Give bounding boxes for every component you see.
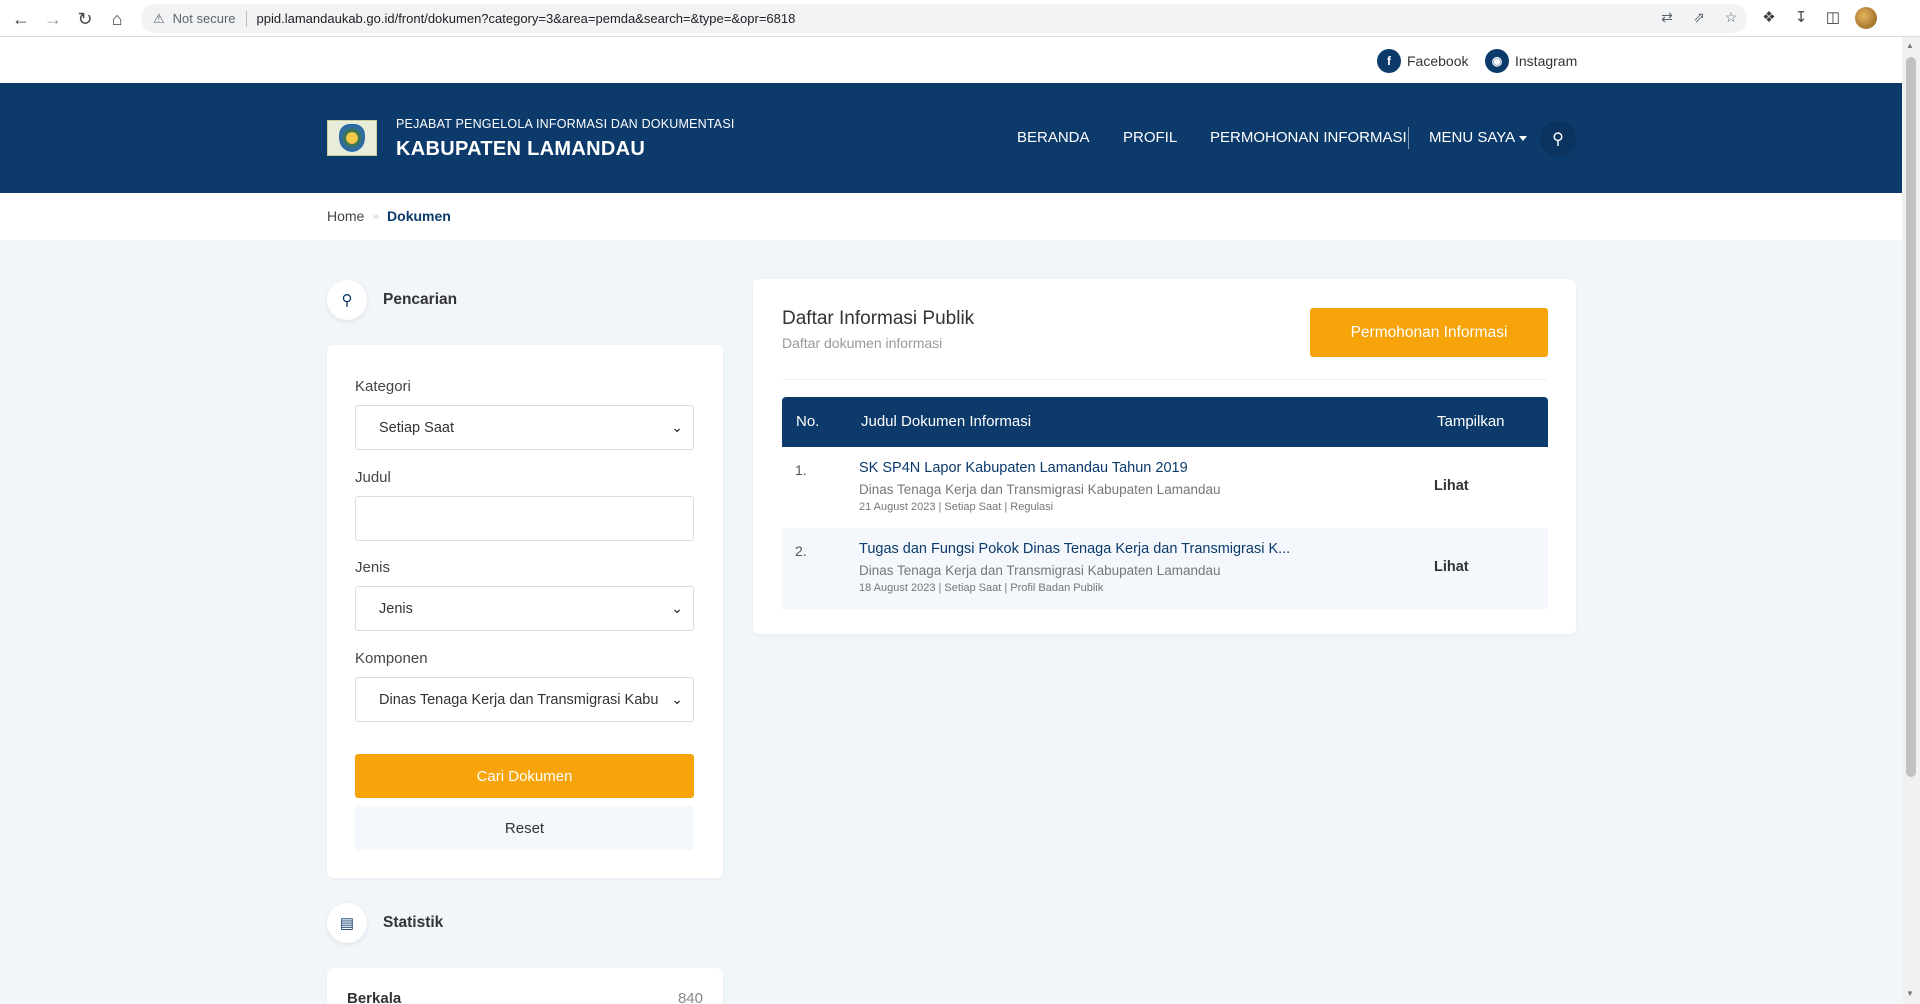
breadcrumb-current: Dokumen [387, 208, 451, 224]
coat-of-arms-icon [339, 124, 365, 152]
jenis-select[interactable]: Jenis ⌄ [355, 586, 694, 631]
statistik-card: Berkala 840 [327, 968, 723, 1004]
document-org: Dinas Tenaga Kerja dan Transmigrasi Kabu… [859, 482, 1221, 497]
statistik-section-title: Statistik [383, 914, 444, 931]
bar-chart-icon: ▤ [327, 903, 367, 943]
komponen-value: Dinas Tenaga Kerja dan Transmigrasi Kabu… [379, 691, 659, 708]
breadcrumb-separator-icon: » [372, 209, 380, 223]
cari-dokumen-button[interactable]: Cari Dokumen [355, 754, 694, 798]
scroll-up-icon[interactable]: ▲ [1906, 41, 1914, 50]
komponen-label: Komponen [355, 650, 428, 667]
jenis-label: Jenis [355, 559, 391, 576]
kategori-select[interactable]: Setiap Saat ⌄ [355, 405, 694, 450]
nav-divider [1408, 127, 1409, 149]
search-form-card: Kategori Setiap Saat ⌄ Judul Jenis Jenis… [327, 345, 723, 878]
facebook-icon: f [1377, 49, 1401, 73]
browser-toolbar: ← → ↻ ⌂ ⚠ Not secure ppid.lamandaukab.go… [0, 0, 1920, 37]
reload-icon[interactable]: ↻ [72, 6, 98, 32]
nav-menu-saya[interactable]: MENU SAYA [1429, 129, 1528, 146]
site-logo[interactable] [327, 120, 377, 156]
security-label: Not secure [172, 11, 236, 26]
nav-beranda[interactable]: BERANDA [1017, 129, 1090, 146]
warning-icon: ⚠ [153, 10, 165, 26]
document-list-card: Daftar Informasi Publik Daftar dokumen i… [753, 279, 1576, 634]
document-meta: 21 August 2023 | Setiap Saat | Regulasi [859, 501, 1054, 513]
stat-value: 840 [677, 990, 703, 1004]
chevron-down-icon: ⌄ [671, 691, 683, 707]
lihat-link[interactable]: Lihat [1434, 478, 1469, 494]
facebook-link[interactable]: f Facebook [1377, 49, 1468, 73]
breadcrumb-home[interactable]: Home [327, 208, 364, 224]
instagram-link[interactable]: ◉ Instagram [1485, 49, 1577, 73]
judul-label: Judul [355, 469, 391, 486]
stat-row: Berkala 840 [347, 990, 703, 1004]
breadcrumb: Home » Dokumen [0, 193, 1902, 240]
bookmark-star-icon[interactable]: ☆ [1721, 9, 1741, 29]
search-section-title: Pencarian [383, 291, 458, 308]
scrollbar-thumb[interactable] [1906, 57, 1916, 777]
site-subtitle: PEJABAT PENGELOLA INFORMASI DAN DOKUMENT… [396, 117, 735, 131]
document-title-link[interactable]: SK SP4N Lapor Kabupaten Lamandau Tahun 2… [859, 460, 1329, 476]
jenis-value: Jenis [379, 600, 413, 617]
share-icon[interactable]: ⇗ [1689, 9, 1709, 29]
column-no: No. [796, 413, 820, 430]
search-icon: ⚲ [327, 280, 367, 320]
chevron-down-icon: ⌄ [671, 600, 683, 616]
translate-icon[interactable]: ⇄ [1657, 9, 1677, 29]
address-divider [245, 10, 247, 27]
search-section-header: ⚲ Pencarian [327, 280, 457, 320]
divider [782, 379, 1547, 380]
address-bar[interactable]: ⚠ Not secure ppid.lamandaukab.go.id/fron… [141, 4, 1747, 33]
social-bar: f Facebook ◉ Instagram [0, 37, 1902, 83]
page-title: Daftar Informasi Publik [782, 308, 975, 329]
page-subtitle: Daftar dokumen informasi [782, 335, 943, 351]
column-judul: Judul Dokumen Informasi [861, 413, 1032, 430]
scroll-down-icon[interactable]: ▼ [1906, 989, 1914, 998]
nav-menu-saya-label: MENU SAYA [1429, 129, 1516, 146]
document-org: Dinas Tenaga Kerja dan Transmigrasi Kabu… [859, 563, 1221, 578]
extensions-puzzle-icon[interactable]: ❖ [1758, 8, 1780, 30]
web-page: f Facebook ◉ Instagram PEJABAT PENGELOLA… [0, 37, 1902, 1004]
permohonan-informasi-button[interactable]: Permohonan Informasi [1310, 308, 1548, 357]
table-row: 1. SK SP4N Lapor Kabupaten Lamandau Tahu… [782, 447, 1548, 528]
komponen-select[interactable]: Dinas Tenaga Kerja dan Transmigrasi Kabu… [355, 677, 694, 722]
reset-button[interactable]: Reset [355, 806, 694, 850]
document-title-link[interactable]: Tugas dan Fungsi Pokok Dinas Tenaga Kerj… [859, 541, 1329, 557]
side-panel-icon[interactable]: ◫ [1822, 8, 1844, 30]
site-title[interactable]: KABUPATEN LAMANDAU [396, 138, 645, 161]
row-number: 2. [795, 543, 807, 559]
nav-permohonan-informasi[interactable]: PERMOHONAN INFORMASI [1210, 129, 1407, 146]
home-icon[interactable]: ⌂ [104, 6, 130, 32]
lihat-link[interactable]: Lihat [1434, 559, 1469, 575]
download-icon[interactable]: ↧ [1790, 8, 1812, 30]
instagram-label: Instagram [1515, 53, 1578, 69]
caret-down-icon [1519, 135, 1528, 141]
search-icon[interactable]: ⚲ [1540, 121, 1576, 157]
instagram-icon: ◉ [1485, 49, 1509, 73]
kategori-value: Setiap Saat [379, 419, 454, 436]
judul-input[interactable] [355, 496, 694, 541]
row-number: 1. [795, 462, 807, 478]
profile-avatar[interactable] [1855, 7, 1877, 29]
chevron-down-icon: ⌄ [671, 419, 683, 435]
back-icon[interactable]: ← [8, 6, 34, 32]
site-header: PEJABAT PENGELOLA INFORMASI DAN DOKUMENT… [0, 83, 1902, 193]
forward-icon[interactable]: → [40, 6, 66, 32]
facebook-label: Facebook [1407, 53, 1469, 69]
nav-profil[interactable]: PROFIL [1123, 129, 1177, 146]
url-text[interactable]: ppid.lamandaukab.go.id/front/dokumen?cat… [257, 11, 796, 26]
table-row: 2. Tugas dan Fungsi Pokok Dinas Tenaga K… [782, 528, 1548, 609]
kategori-label: Kategori [355, 378, 411, 395]
table-header: No. Judul Dokumen Informasi Tampilkan [782, 397, 1548, 447]
document-meta: 18 August 2023 | Setiap Saat | Profil Ba… [859, 582, 1104, 594]
column-tampilkan: Tampilkan [1437, 413, 1505, 430]
page-scrollbar[interactable]: ▲ ▼ [1902, 37, 1920, 1004]
stat-label: Berkala [347, 990, 402, 1004]
statistik-section-header: ▤ Statistik [327, 903, 443, 943]
